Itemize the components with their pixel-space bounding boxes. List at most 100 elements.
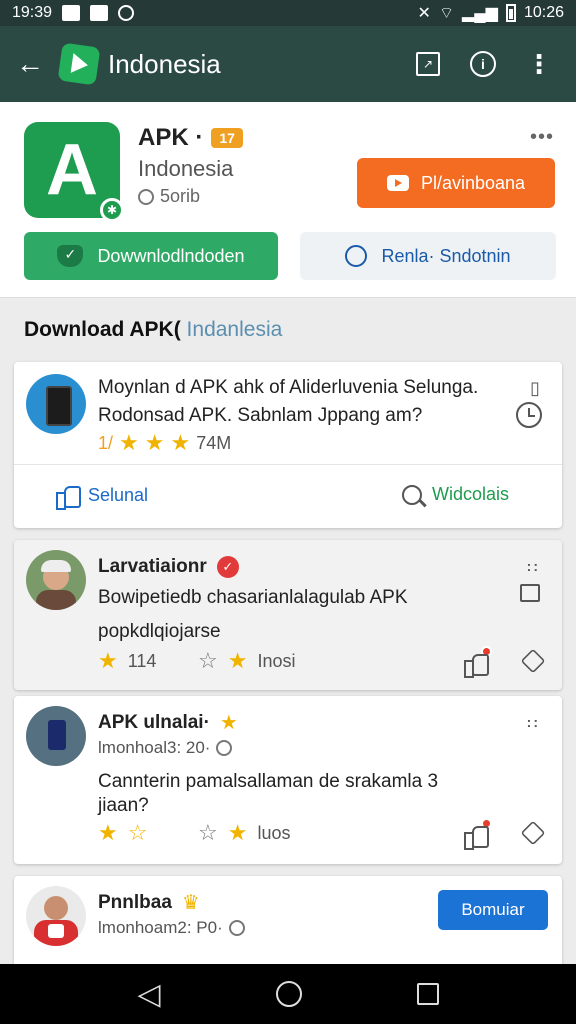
- search-action[interactable]: Widcolais: [402, 484, 509, 505]
- apk-title: APK ·: [138, 124, 204, 151]
- rating-action[interactable]: ☆ ★ luos: [198, 822, 291, 844]
- notification-icon: [90, 5, 109, 21]
- star-filled-icon: ★: [98, 648, 118, 673]
- apk-meta-text: 5orib: [160, 186, 201, 206]
- rating-action[interactable]: ☆ ★ Inosi: [198, 650, 296, 672]
- more-horiz-icon[interactable]: •••: [530, 126, 554, 149]
- post-line-1: Bowipetiedb chasarianlalagulab APK: [98, 587, 408, 608]
- rating-label: luos: [257, 822, 291, 843]
- post-line-2: Rodonsad APK. Sabnlam Jppang am?: [98, 405, 423, 426]
- rating-prefix: 1/: [98, 432, 114, 453]
- play-button[interactable]: Pl/avinboana: [357, 158, 555, 208]
- star-outline-icon: ☆: [198, 820, 218, 845]
- badge-icon: ✱: [100, 198, 124, 222]
- download-button-label: Dowwnlodlndoden: [97, 245, 245, 266]
- star-filled-icon: ★: [98, 820, 118, 845]
- post-meta: lmonhoam2: P0·: [98, 918, 245, 938]
- post-meta: lmonhoal3: 20·: [98, 738, 233, 758]
- app-logo-icon: [57, 42, 101, 86]
- notification-icon: [62, 5, 81, 21]
- avatar-body: [36, 590, 76, 610]
- play-icon: [386, 175, 409, 191]
- avatar-device: [48, 720, 66, 750]
- nav-recents-icon[interactable]: [416, 983, 439, 1005]
- divider: [14, 464, 562, 465]
- review-button[interactable]: Renla· Sndotnin: [300, 232, 556, 280]
- thumbs-up-icon: [56, 484, 81, 510]
- post-card[interactable]: APK ulnalai· ★ lmonhoal3: 20· :: Cannter…: [14, 696, 562, 864]
- author-name: Pnnlbaa ♛: [98, 890, 200, 915]
- thumbs-up-icon[interactable]: [464, 646, 492, 678]
- apk-tag: 17: [211, 128, 243, 148]
- like-label: Selunal: [88, 484, 149, 505]
- clock-icon: [516, 402, 542, 428]
- download-button[interactable]: Dowwnlodlndoden: [24, 232, 278, 280]
- bluetooth-icon: ✕: [417, 5, 431, 22]
- author-name-text: APK ulnalai·: [98, 711, 210, 733]
- star-outline-icon: ☆: [127, 820, 148, 845]
- rating-row: ★ ☆: [98, 822, 147, 844]
- status-time-left: 19:39: [12, 4, 53, 21]
- post-text: Moynlan d APK ahk of Aliderluvenia Selun…: [98, 374, 518, 430]
- system-nav-bar: ◁: [0, 964, 576, 1024]
- author-name-text: Pnnlbaa: [98, 891, 172, 913]
- square-icon[interactable]: [520, 584, 540, 602]
- section-title-text: Download APK(: [24, 318, 181, 341]
- search-icon: [402, 484, 422, 505]
- square-icon[interactable]: ↗: [416, 52, 440, 76]
- status-bar: 19:39 ✕ ⌔ ▂▄▆ 10:26: [0, 0, 576, 26]
- apk-subtitle: Indonesia: [138, 156, 234, 181]
- apk-logo: A ✱: [24, 122, 124, 222]
- globe-icon: [228, 920, 245, 936]
- avatar: [26, 886, 86, 946]
- status-time-right: 10:26: [523, 4, 564, 21]
- avatar: [26, 550, 86, 610]
- star-filled-icon: ★: [170, 430, 191, 455]
- grid-dots-icon[interactable]: ::: [527, 715, 540, 729]
- post-meta-text: lmonhoal3: 20·: [98, 738, 211, 757]
- user-icon: [345, 245, 368, 267]
- pin-icon: ▯: [530, 378, 540, 398]
- rating-count: 74M: [196, 432, 232, 453]
- apk-name: APK · 17: [138, 124, 243, 152]
- post-line-2: popkdlqiojarse: [98, 621, 221, 642]
- post-card[interactable]: Larvatiaionr ✓ :: Bowipetiedb chasarianl…: [14, 540, 562, 690]
- nav-home-icon[interactable]: [275, 981, 302, 1007]
- post-text: Cannterin pamalsallaman de srakamla 3 ji…: [98, 768, 438, 816]
- play-button-label: Pl/avinboana: [420, 172, 526, 193]
- rating-row: ★ 114: [98, 650, 156, 672]
- app-bar: ← Indonesia ↗ i ⋮: [0, 26, 576, 102]
- wifi-icon: ⌔: [438, 5, 454, 22]
- signal-icon: ▂▄▆: [462, 5, 498, 22]
- more-vert-icon[interactable]: ⋮: [526, 51, 552, 77]
- app-bar-title: Indonesia: [108, 48, 221, 79]
- author-name: APK ulnalai· ★: [98, 710, 238, 735]
- post-line-2: jiaan?: [98, 795, 149, 816]
- share-icon[interactable]: [520, 648, 546, 674]
- rating-row: 1/ ★ ★ ★ 74M: [98, 432, 231, 454]
- nav-back-icon[interactable]: ◁: [137, 977, 160, 1012]
- star-filled-icon: ★: [119, 430, 139, 455]
- app-header-card: A ✱ APK · 17 Indonesia 5orib ••• Pl/avin…: [0, 102, 576, 298]
- crown-icon: ♛: [181, 892, 200, 914]
- arrow-left-icon[interactable]: ←: [16, 50, 52, 78]
- notification-dot: [481, 818, 492, 829]
- notification-icon: [118, 5, 135, 21]
- like-action[interactable]: Selunal: [56, 484, 149, 510]
- share-icon[interactable]: [520, 820, 546, 846]
- post-line-1: Moynlan d APK ahk of Aliderluvenia Selun…: [98, 377, 479, 398]
- subscribe-button[interactable]: Bomuiar: [438, 890, 548, 930]
- post-card[interactable]: Pnnlbaa ♛ lmonhoam2: P0· Bomuiar: [14, 876, 562, 976]
- grid-dots-icon[interactable]: ::: [527, 559, 540, 573]
- info-icon[interactable]: i: [470, 51, 496, 77]
- rating-count: 114: [127, 650, 157, 671]
- review-button-label: Renla· Sndotnin: [381, 245, 511, 266]
- thumbs-up-icon[interactable]: [464, 818, 492, 850]
- author-name: Larvatiaionr ✓: [98, 556, 239, 578]
- globe-icon: [216, 740, 233, 756]
- shield-icon: [57, 245, 84, 267]
- star-filled-icon: ★: [227, 648, 248, 673]
- post-line-1: Cannterin pamalsallaman de srakamla 3: [98, 771, 439, 792]
- star-filled-icon: ★: [219, 712, 238, 734]
- post-card[interactable]: Moynlan d APK ahk of Aliderluvenia Selun…: [14, 362, 562, 528]
